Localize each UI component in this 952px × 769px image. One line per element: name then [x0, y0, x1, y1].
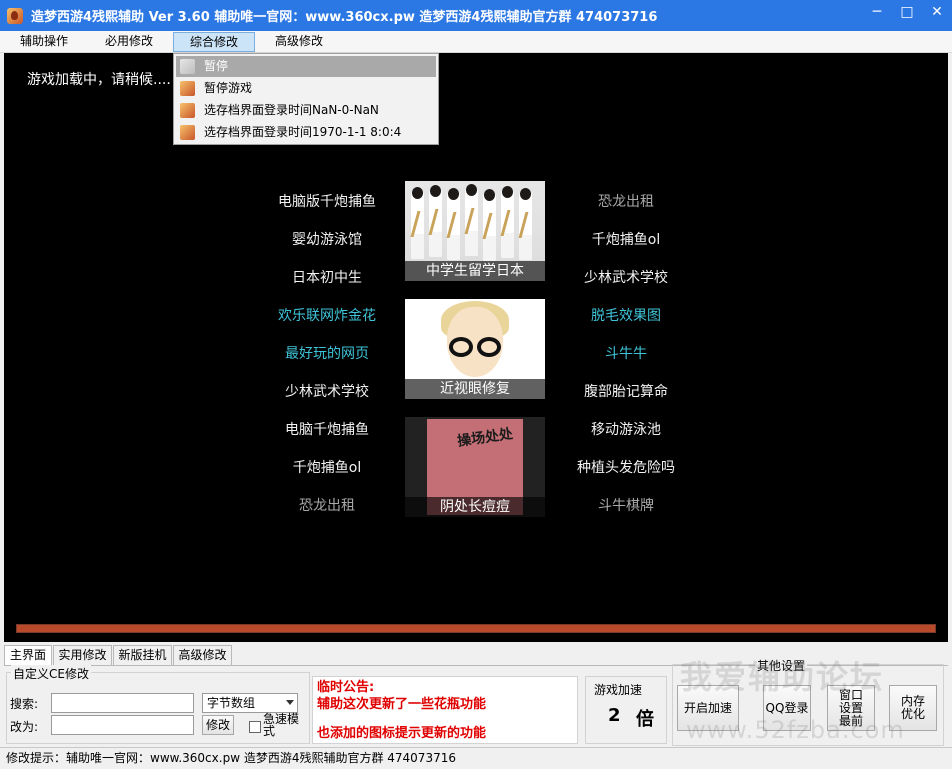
- other-settings-title: 其他设置: [755, 657, 808, 674]
- type-select[interactable]: 字节数组: [202, 693, 298, 713]
- app-icon: [180, 103, 195, 118]
- status-text: 修改提示：辅助唯一官网：www.360cx.pw 造梦西游4残熙辅助官方群 47…: [6, 751, 456, 765]
- ad-link[interactable]: 日本初中生: [257, 267, 397, 287]
- app-icon: [180, 125, 195, 140]
- ad-link[interactable]: 恐龙出租: [257, 495, 397, 515]
- game-area[interactable]: 游戏加载中，请稍候.... 电脑版千炮捕鱼 婴幼游泳馆 日本初中生 欢乐联网炸金…: [4, 53, 948, 642]
- tab-practical[interactable]: 实用修改: [53, 645, 112, 665]
- ad-link[interactable]: 欢乐联网炸金花: [257, 305, 397, 325]
- thumbnail-caption: 阴处长痘痘: [405, 497, 545, 517]
- qq-login-button[interactable]: QQ登录: [763, 685, 811, 731]
- ad-link[interactable]: 千炮捕鱼ol: [556, 229, 696, 249]
- menu-general-modify[interactable]: 综合修改: [173, 32, 255, 52]
- loading-progress-bar: [16, 624, 936, 633]
- start-speed-button[interactable]: 开启加速: [677, 685, 739, 731]
- loading-text: 游戏加载中，请稍候....: [27, 72, 171, 88]
- title-bar: 造梦西游4残熙辅助 Ver 3.60 辅助唯一官网：www.360cx.pw 造…: [0, 0, 952, 31]
- ad-link[interactable]: 斗牛棋牌: [556, 495, 696, 515]
- notice-line: 也添加的图标提示更新的功能: [317, 726, 487, 741]
- app-icon: [7, 7, 23, 24]
- ad-link[interactable]: 千炮捕鱼ol: [257, 457, 397, 477]
- ad-link[interactable]: 种植头发危险吗: [556, 457, 696, 477]
- status-bar: 修改提示：辅助唯一官网：www.360cx.pw 造梦西游4残熙辅助官方群 47…: [0, 747, 952, 769]
- menu-assist-ops[interactable]: 辅助操作: [8, 32, 80, 52]
- ad-link[interactable]: 少林武术学校: [257, 381, 397, 401]
- ad-link[interactable]: 腹部胎记算命: [556, 381, 696, 401]
- tab-advanced[interactable]: 高级修改: [173, 645, 232, 665]
- change-input[interactable]: [51, 715, 194, 735]
- speed-value: 2: [608, 705, 621, 726]
- notice-title: 临时公告:: [317, 680, 375, 695]
- ad-thumbnail[interactable]: 操场处处 阴处长痘痘: [405, 417, 545, 517]
- window-topmost-button[interactable]: 窗口设置最前: [827, 685, 875, 731]
- notice-line: 辅助这次更新了一些花瓶功能: [317, 697, 487, 712]
- ad-link[interactable]: 移动游泳池: [556, 419, 696, 439]
- ad-thumbnail[interactable]: 中学生留学日本: [405, 181, 545, 281]
- fast-mode-label: 急速模式: [263, 712, 300, 738]
- general-modify-dropdown: 暂停 暂停游戏 选存档界面登录时间NaN-0-NaN 选存档界面登录时间1970…: [173, 53, 439, 145]
- speed-unit: 倍: [636, 709, 654, 730]
- search-input[interactable]: [51, 693, 194, 713]
- fast-mode-checkbox[interactable]: [249, 721, 261, 733]
- search-label: 搜索:: [10, 697, 39, 711]
- notice-box: 临时公告: 辅助这次更新了一些花瓶功能 也添加的图标提示更新的功能: [312, 676, 578, 744]
- ad-link[interactable]: 最好玩的网页: [257, 343, 397, 363]
- thumbnail-caption: 中学生留学日本: [405, 261, 545, 281]
- minimize-button[interactable]: ─: [862, 0, 892, 24]
- tab-main[interactable]: 主界面: [4, 645, 52, 666]
- speed-title: 游戏加速: [594, 683, 643, 697]
- tab-auto-hang[interactable]: 新版挂机: [113, 645, 172, 665]
- ce-group: 自定义CE修改 搜索: 改为: 字节数组 修改 急速模式: [6, 665, 310, 744]
- dropdown-item-pause-game[interactable]: 暂停游戏: [176, 78, 436, 99]
- dropdown-item-login-time-nan[interactable]: 选存档界面登录时间NaN-0-NaN: [176, 100, 436, 121]
- dropdown-item-login-time-1970[interactable]: 选存档界面登录时间1970-1-1 8:0:4: [176, 122, 436, 143]
- ad-link[interactable]: 斗牛牛: [556, 343, 696, 363]
- menu-advanced-modify[interactable]: 高级修改: [262, 32, 336, 52]
- speed-box: 游戏加速 2 倍: [585, 676, 667, 744]
- thumbnail-caption: 近视眼修复: [405, 379, 545, 399]
- dropdown-item-pause[interactable]: 暂停: [176, 56, 436, 77]
- app-icon: [180, 81, 195, 96]
- ad-link[interactable]: 少林武术学校: [556, 267, 696, 287]
- chevron-down-icon: [286, 700, 294, 705]
- book-title: 操场处处: [456, 426, 514, 450]
- maximize-button[interactable]: □: [892, 0, 922, 24]
- other-settings-group: 其他设置 开启加速 QQ登录 窗口设置最前 内存优化: [672, 657, 944, 746]
- ad-link[interactable]: 电脑千炮捕鱼: [257, 419, 397, 439]
- ad-link[interactable]: 电脑版千炮捕鱼: [257, 191, 397, 211]
- modify-button[interactable]: 修改: [202, 715, 234, 735]
- change-label: 改为:: [10, 720, 39, 734]
- ad-thumbnail[interactable]: 近视眼修复: [405, 299, 545, 399]
- memory-optimize-button[interactable]: 内存优化: [889, 685, 937, 731]
- ad-link[interactable]: 婴幼游泳馆: [257, 229, 397, 249]
- app-icon: [180, 59, 195, 74]
- menu-must-modify[interactable]: 必用修改: [92, 32, 166, 52]
- ce-group-title: 自定义CE修改: [11, 665, 91, 682]
- menu-bar: 辅助操作 必用修改 综合修改 高级修改: [0, 31, 952, 53]
- window-title: 造梦西游4残熙辅助 Ver 3.60 辅助唯一官网：www.360cx.pw 造…: [31, 10, 658, 25]
- ad-link[interactable]: 恐龙出租: [556, 191, 696, 211]
- close-button[interactable]: ✕: [922, 0, 952, 24]
- ad-link[interactable]: 脱毛效果图: [556, 305, 696, 325]
